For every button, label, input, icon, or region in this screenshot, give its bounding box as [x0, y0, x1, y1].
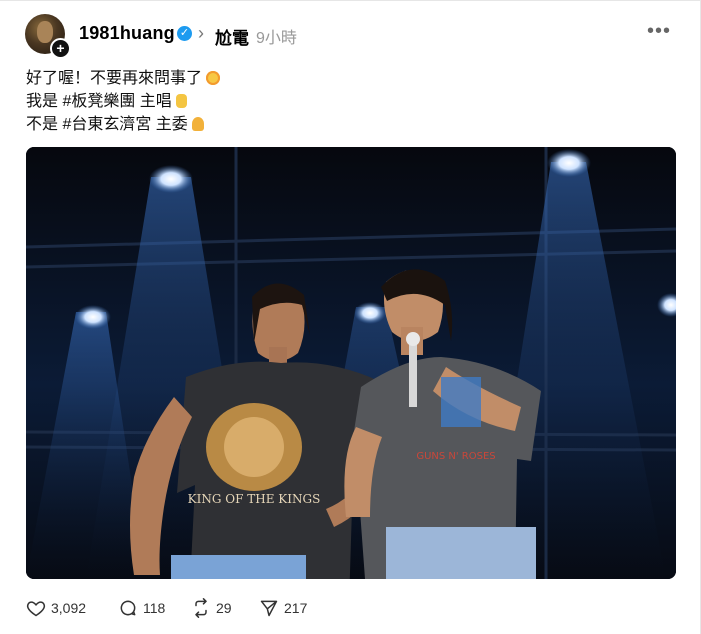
- topic-tag[interactable]: 尬電: [215, 24, 249, 49]
- post-caption: 好了喔！不要再來問事了 我是 #板凳樂團 主唱 不是 #台東玄濟宮 主委: [26, 67, 221, 136]
- rock-hand-icon: [175, 94, 187, 108]
- username[interactable]: 1981huang: [79, 23, 175, 44]
- verified-icon: ✓: [177, 26, 192, 41]
- caption-line-3: 不是 #台東玄濟宮 主委: [26, 113, 220, 136]
- send-icon: [260, 600, 278, 617]
- surprised-face-icon: [206, 71, 221, 85]
- spotlight: [149, 165, 193, 193]
- share-button[interactable]: 217: [259, 596, 307, 620]
- heart-icon: [26, 601, 46, 617]
- repost-button[interactable]: 29: [191, 596, 232, 620]
- spotlight: [354, 302, 386, 324]
- like-count: 3,092: [51, 600, 87, 616]
- post-header: + 1981huang ✓ › 尬電 9小時 •••: [25, 14, 675, 59]
- repost-icon: [195, 598, 207, 618]
- thread-post: + 1981huang ✓ › 尬電 9小時 ••• 好了喔！不要再來問事了 我…: [0, 0, 701, 634]
- follow-plus-icon[interactable]: +: [50, 38, 71, 59]
- shirt-text-left: KING OF THE KINGS: [188, 492, 321, 506]
- comment-button[interactable]: 118: [118, 596, 165, 620]
- post-photo[interactable]: KING OF THE KINGS GUNS N' ROSES: [26, 147, 676, 579]
- comment-icon: [120, 600, 136, 616]
- comment-count: 118: [143, 600, 166, 616]
- shirt-text-right: GUNS N' ROSES: [416, 451, 495, 462]
- share-count: 217: [284, 600, 308, 616]
- shrug-person-icon: [191, 117, 204, 131]
- chevron-right-icon: ›: [198, 23, 204, 43]
- more-options-icon[interactable]: •••: [647, 20, 671, 43]
- concert-photo: KING OF THE KINGS GUNS N' ROSES: [26, 147, 676, 579]
- avatar-photo: [37, 21, 53, 43]
- caption-line-2: 我是 #板凳樂團 主唱: [26, 90, 220, 113]
- post-time: 9小時: [256, 30, 297, 47]
- spotlight: [75, 305, 111, 329]
- spotlight: [547, 149, 591, 177]
- caption-line-1: 好了喔！不要再來問事了: [26, 67, 221, 90]
- like-button[interactable]: 3,092: [26, 596, 86, 620]
- repost-count: 29: [216, 600, 232, 616]
